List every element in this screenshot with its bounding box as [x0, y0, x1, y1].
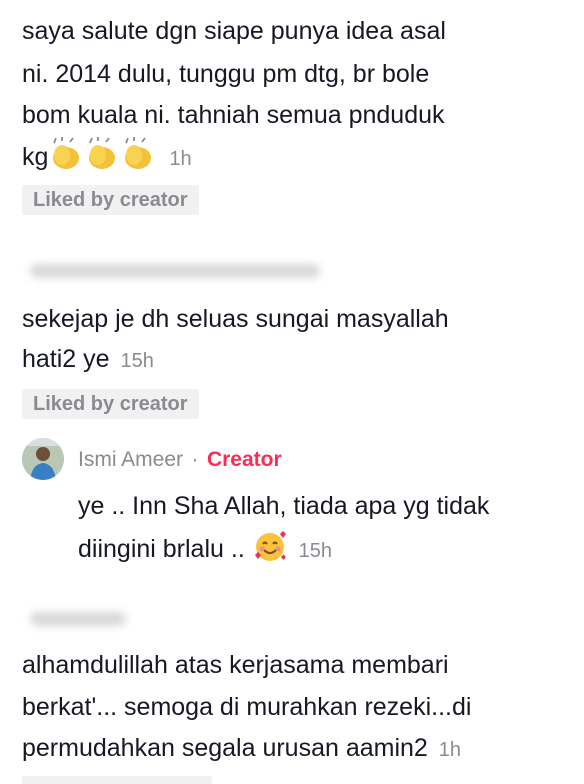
liked-by-creator-badge-partial [22, 776, 212, 784]
creator-badge: Creator [206, 448, 282, 471]
comment-1-line-4: kg 1h [22, 137, 192, 182]
blurred-author-name[interactable] [30, 264, 320, 278]
avatar[interactable] [22, 438, 64, 480]
comment-1-line-2: ni. 2014 dulu, tunggu pm dtg, br bole [22, 60, 430, 88]
comment-3-line-3: permudahkan segala urusan aamin2 1h [22, 729, 461, 769]
clapping-hands-icon [84, 137, 120, 182]
liked-by-creator-badge: Liked by creator [22, 185, 199, 215]
blurred-author-name[interactable] [30, 612, 126, 626]
comment-2-line-2: hati2 ye 15h [22, 340, 154, 380]
comment-1-line-1: saya salute dgn siape punya idea asal [22, 17, 446, 45]
comment-1-time: 1h [169, 148, 192, 170]
separator-dot: · [191, 448, 199, 471]
comment-2-time: 15h [120, 350, 154, 372]
liked-by-creator-badge: Liked by creator [22, 389, 199, 419]
comment-2-line-1: sekejap je dh seluas sungai masyallah [22, 305, 449, 333]
clapping-hands-icon [120, 137, 156, 182]
reply-author-name[interactable]: Ismi Ameer [78, 448, 183, 471]
reply-time: 15h [298, 540, 333, 562]
comment-2-line-2-text: hati2 ye [22, 345, 110, 373]
comment-1-line-3: bom kuala ni. tahniah semua pnduduk [22, 101, 445, 129]
comment-3-line-3-text: permudahkan segala urusan aamin2 [22, 734, 428, 762]
comment-3-time: 1h [438, 739, 462, 761]
reply-header: Ismi Ameer · Creator [78, 448, 282, 472]
comment-1-line-4-text: kg [22, 143, 49, 171]
comment-3-line-1: alhamdulillah atas kerjasama membari [22, 651, 449, 679]
comment-3-line-2: berkat'... semoga di murahkan rezeki...d… [22, 693, 472, 721]
reply-line-2: diingini brlalu .. 15h [78, 529, 332, 574]
smiling-face-with-hearts-icon [252, 529, 288, 574]
clapping-hands-icon [48, 137, 84, 182]
reply-line-1: ye .. Inn Sha Allah, tiada apa yg tidak [78, 492, 490, 520]
reply-line-2-text: diingini brlalu .. [78, 535, 245, 563]
